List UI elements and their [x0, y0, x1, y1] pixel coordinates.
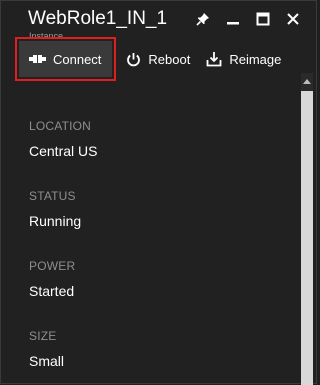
reboot-label: Reboot: [148, 51, 191, 67]
size-label: SIZE: [29, 329, 57, 343]
minimize-icon: [227, 22, 239, 25]
status-field: STATUS Running: [29, 189, 81, 229]
connect-button[interactable]: Connect: [14, 37, 117, 81]
close-button[interactable]: [278, 9, 308, 29]
reimage-label: Reimage: [229, 51, 282, 67]
command-bar: Connect Reboot Reimage: [14, 37, 289, 81]
reimage-button[interactable]: Reimage: [198, 41, 289, 77]
status-value: Running: [29, 213, 82, 229]
power-label: POWER: [29, 259, 76, 273]
instance-blade: WebRole1_IN_1 Instance Connect Reboot Re…: [0, 0, 317, 385]
size-field: SIZE Small: [29, 329, 64, 369]
location-value: Central US: [29, 143, 98, 159]
location-field: LOCATION Central US: [29, 119, 97, 159]
size-value: Small: [29, 353, 65, 369]
scroll-up-button[interactable]: [301, 73, 313, 89]
maximize-button[interactable]: [248, 9, 278, 29]
blade-title: WebRole1_IN_1: [28, 8, 168, 29]
caret-up-icon: [303, 79, 311, 84]
properties-list: LOCATION Central US STATUS Running POWER…: [1, 87, 301, 385]
power-field: POWER Started: [29, 259, 75, 299]
connect-label: Connect: [53, 51, 102, 67]
connect-icon: [29, 55, 46, 63]
window-controls: [188, 9, 308, 29]
scrollbar-thumb[interactable]: [301, 91, 313, 385]
minimize-button[interactable]: [218, 9, 248, 29]
pin-button[interactable]: [188, 9, 218, 29]
download-icon: [206, 52, 222, 67]
close-icon: [287, 13, 299, 25]
maximize-icon: [256, 12, 270, 26]
power-icon: [127, 52, 141, 66]
power-value: Started: [29, 283, 75, 299]
pin-icon: [196, 13, 209, 26]
location-label: LOCATION: [29, 119, 92, 133]
reboot-button[interactable]: Reboot: [118, 41, 198, 77]
status-label: STATUS: [29, 189, 76, 203]
